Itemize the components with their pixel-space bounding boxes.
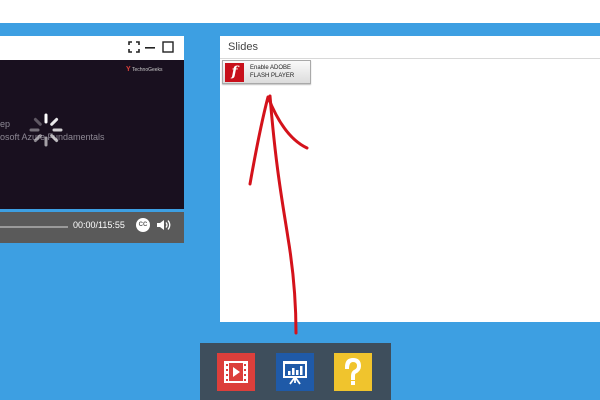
flash-logo-glyph: f [231,64,238,80]
flash-logo-icon: f [225,63,244,82]
slides-panel: Slides f Enable ADOBE FLASH PLAYER [220,36,600,322]
logo-text: TechnoGeeks [131,67,163,73]
closed-captions-button[interactable]: CC [136,218,150,232]
minimize-icon[interactable] [144,41,156,53]
logo-mark-icon: Y [126,66,131,73]
video-titlebar [0,36,184,60]
dock-slides-button[interactable] [276,353,314,391]
question-mark-icon [344,357,362,385]
top-bar [0,0,600,23]
slides-header: Slides [220,36,600,59]
video-panel: Y TechnoGeeks ep osoft Azure Fundamental… [0,36,184,243]
slides-title: Slides [228,41,258,53]
time-display: 00:00/115:55 [73,220,125,230]
dock-video-button[interactable] [217,353,255,391]
bottom-dock [200,343,391,400]
video-logo: Y TechnoGeeks [126,66,163,73]
fullscreen-icon[interactable] [128,41,140,53]
enable-flash-button[interactable]: f Enable ADOBE FLASH PLAYER [222,60,311,84]
video-title-line1: ep [0,119,11,129]
video-controls: 00:00/115:55 CC [0,212,184,243]
dock-help-button[interactable] [334,353,372,391]
video-screen[interactable]: Y TechnoGeeks ep osoft Azure Fundamental… [0,60,184,209]
loading-spinner-icon [29,113,63,147]
presentation-board-icon [283,361,307,385]
film-play-icon [224,361,248,383]
flash-button-line1: Enable ADOBE [250,65,292,71]
seek-bar[interactable] [0,226,68,228]
flash-button-line2: FLASH PLAYER [250,73,295,79]
maximize-icon[interactable] [162,41,174,53]
volume-icon[interactable] [156,218,172,232]
